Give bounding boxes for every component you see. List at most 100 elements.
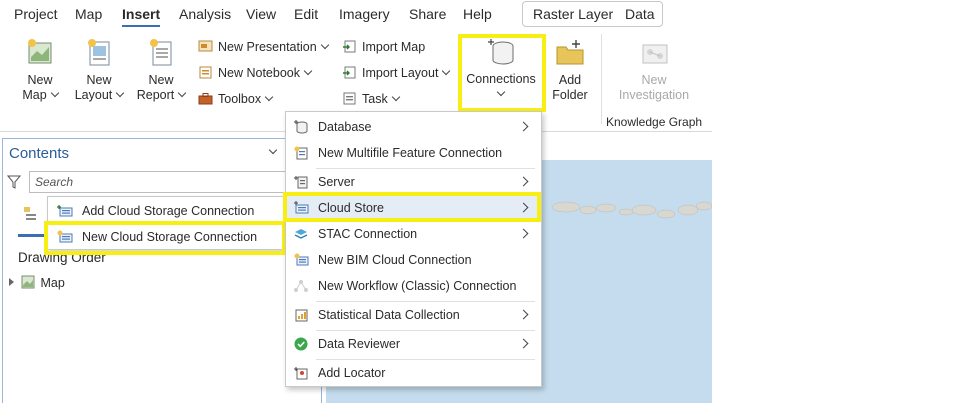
tab-raster-layer[interactable]: Raster Layer — [533, 4, 613, 24]
new-layout-label-2: Layout — [74, 88, 113, 102]
chevron-down-icon[interactable] — [268, 145, 278, 155]
database-label: Database — [318, 120, 372, 134]
chevron-right-icon — [518, 309, 529, 320]
filter-icon[interactable] — [7, 174, 21, 190]
new-investigation-icon — [642, 44, 668, 64]
chevron-right-icon — [518, 176, 529, 187]
chevron-down-icon — [303, 66, 313, 76]
tab-map[interactable]: Map — [75, 4, 102, 24]
tab-imagery[interactable]: Imagery — [339, 4, 390, 24]
add-locator-label: Add Locator — [318, 366, 386, 380]
chevron-right-icon — [518, 121, 529, 132]
workflow-icon — [294, 280, 308, 292]
check-circle-icon — [294, 337, 308, 351]
statistical-data-icon — [295, 309, 308, 322]
menu-item-new-workflow-classic-connection: New Workflow (Classic) Connection — [286, 273, 541, 299]
tab-project[interactable]: Project — [14, 4, 58, 24]
contents-pane: Contents Search Drawing Order Map — [2, 138, 322, 403]
arcgis-pro-window: Project Map Insert Analysis View Edit Im… — [0, 0, 712, 403]
new-map-button[interactable]: New Map — [16, 28, 64, 106]
contents-search-input[interactable]: Search — [29, 171, 297, 193]
menu-item-database[interactable]: Database — [286, 114, 541, 140]
new-investigation-button: New Investigation — [612, 28, 696, 106]
new-presentation-button[interactable]: New Presentation — [198, 37, 329, 57]
cloud-storage-icon — [57, 205, 73, 217]
bim-cloud-icon — [294, 253, 309, 266]
import-layout-label: Import Layout — [362, 66, 439, 80]
server-label: Server — [318, 175, 355, 189]
chevron-down-icon — [116, 88, 125, 98]
tab-share[interactable]: Share — [409, 4, 446, 24]
data-reviewer-label: Data Reviewer — [318, 337, 400, 351]
new-investigation-label-1: New — [641, 73, 667, 87]
new-layout-button[interactable]: New Layout — [72, 28, 126, 106]
notebook-icon — [199, 66, 212, 79]
new-investigation-label-2: Investigation — [618, 88, 690, 102]
tab-help[interactable]: Help — [463, 4, 492, 24]
add-cloud-storage-connection-label: Add Cloud Storage Connection — [82, 204, 255, 218]
new-report-button[interactable]: New Report — [134, 28, 188, 106]
tab-analysis[interactable]: Analysis — [179, 4, 231, 24]
database-icon — [294, 120, 308, 134]
menu-item-statistical-data-collection[interactable]: Statistical Data Collection — [286, 302, 541, 328]
task-button[interactable]: Task — [342, 89, 400, 109]
new-presentation-label: New Presentation — [218, 40, 317, 54]
import-map-button[interactable]: Import Map — [342, 37, 425, 57]
multifile-connection-icon — [294, 146, 308, 160]
toolbox-button[interactable]: Toolbox — [198, 89, 274, 109]
new-report-label-1: New — [148, 73, 174, 87]
connections-highlight — [458, 34, 546, 112]
stac-connection-label: STAC Connection — [318, 227, 418, 241]
tab-edit[interactable]: Edit — [294, 4, 318, 24]
new-map-label-2: Map — [22, 88, 47, 102]
map-icon — [21, 275, 35, 289]
map-item-label: Map — [40, 276, 65, 290]
task-label: Task — [362, 92, 388, 106]
menu-item-stac-connection[interactable]: STAC Connection — [286, 221, 541, 247]
new-map-label-1: New — [27, 73, 53, 87]
toolbox-label: Toolbox — [218, 92, 262, 106]
cloud-store-highlight — [283, 192, 541, 222]
chevron-down-icon — [178, 88, 187, 98]
import-layout-button[interactable]: Import Layout — [342, 63, 451, 83]
new-map-icon — [28, 39, 52, 64]
new-workflow-classic-connection-label: New Workflow (Classic) Connection — [318, 279, 517, 293]
tab-data[interactable]: Data — [625, 4, 655, 24]
expand-arrow-icon[interactable] — [9, 278, 14, 286]
map-tree-item[interactable]: Map — [9, 275, 65, 290]
connections-dropdown-menu: Database New Multifile Feature Connectio… — [285, 111, 542, 387]
add-folder-button[interactable]: Add Folder — [548, 28, 592, 106]
menu-item-data-reviewer[interactable]: Data Reviewer — [286, 331, 541, 357]
locator-icon — [294, 367, 308, 380]
import-map-icon — [343, 40, 356, 53]
menu-item-new-multifile-feature-connection[interactable]: New Multifile Feature Connection — [286, 140, 541, 166]
new-multifile-feature-connection-label: New Multifile Feature Connection — [318, 146, 503, 160]
chevron-right-icon — [518, 228, 529, 239]
chevron-down-icon — [50, 88, 59, 98]
import-map-label: Import Map — [362, 40, 426, 54]
contents-title: Contents — [9, 145, 70, 162]
new-layout-label-1: New — [86, 73, 112, 87]
import-layout-icon — [343, 66, 356, 79]
ribbon-divider — [601, 34, 602, 124]
ribbon-tabs: Project Map Insert Analysis View Edit Im… — [0, 0, 712, 28]
new-report-icon — [150, 39, 172, 66]
menu-item-new-bim-cloud-connection[interactable]: New BIM Cloud Connection — [286, 247, 541, 273]
new-cloud-storage-highlight — [44, 221, 286, 255]
presentation-icon — [198, 40, 213, 52]
list-by-drawing-order-icon[interactable] — [22, 205, 40, 223]
new-notebook-button[interactable]: New Notebook — [198, 63, 313, 83]
menu-item-add-locator[interactable]: Add Locator — [286, 360, 541, 386]
chevron-down-icon — [391, 92, 400, 102]
new-report-label-2: Report — [136, 88, 175, 102]
chevron-down-icon — [264, 92, 274, 102]
statistical-data-collection-label: Statistical Data Collection — [318, 308, 460, 322]
tab-view[interactable]: View — [246, 4, 276, 24]
knowledge-graph-group-label: Knowledge Graph — [606, 115, 703, 129]
chevron-down-icon — [442, 66, 451, 76]
add-folder-icon — [556, 40, 584, 65]
task-icon — [343, 92, 356, 105]
chevron-down-icon — [320, 40, 329, 50]
add-folder-label-1: Add — [558, 73, 582, 87]
tab-insert[interactable]: Insert — [122, 4, 161, 27]
